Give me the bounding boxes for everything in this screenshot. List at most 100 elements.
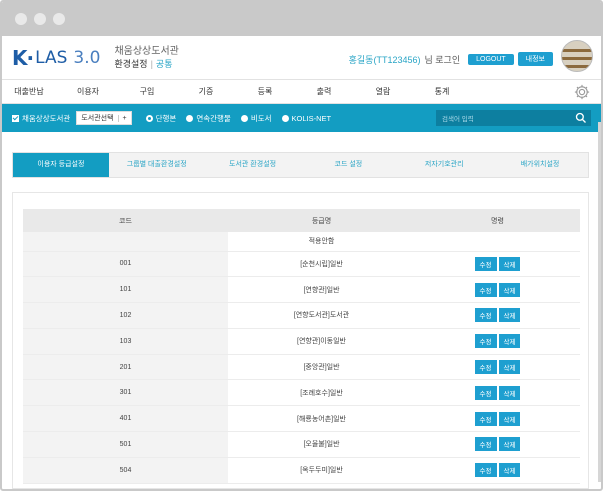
logo-k-mark: K· <box>12 45 34 70</box>
delete-button[interactable]: 삭제 <box>498 463 521 478</box>
table-row[interactable]: 501 [오율불]일반 수정 삭제 <box>23 431 580 458</box>
menu-item-reading[interactable]: 열람 <box>356 86 410 97</box>
row-code: 501 <box>23 431 228 458</box>
search-placeholder: 검색어 입력 <box>442 116 474 123</box>
row-actions: 수정 삭제 <box>415 354 580 381</box>
edit-button[interactable]: 수정 <box>474 437 497 452</box>
radio-label: KOLIS-NET <box>291 113 332 123</box>
edit-button[interactable]: 수정 <box>474 282 497 297</box>
menu-item-donation[interactable]: 기증 <box>179 86 233 97</box>
header-titles: 채움상상도서관 환경설정 | 공통 <box>114 46 178 70</box>
edit-button[interactable]: 수정 <box>474 334 497 349</box>
grade-table-panel: 코드 등급명 명령 적용안함 001 [순천시립]일반 수정 삭제 101 [연향관]일반… <box>12 192 589 489</box>
row-actions: 수정 삭제 <box>415 302 580 329</box>
row-actions: 수정 삭제 <box>415 405 580 433</box>
radio-dot-icon <box>240 114 248 122</box>
row-actions: 수정 삭제 <box>415 457 580 484</box>
delete-button[interactable]: 삭제 <box>498 360 521 375</box>
menu-item-print[interactable]: 출력 <box>297 86 351 97</box>
row-grade-name: [연향관]일반 <box>228 276 415 304</box>
delete-button[interactable]: 삭제 <box>498 334 521 349</box>
row-grade-name: [연향도서관]도서관 <box>228 302 415 329</box>
table-row[interactable]: 001 [순천시립]일반 수정 삭제 <box>23 251 580 278</box>
edit-button[interactable]: 수정 <box>474 308 497 323</box>
row-grade-name: [연향관]이동일반 <box>228 328 415 355</box>
section-title: 환경설정 <box>114 58 148 69</box>
radio-label: 비도서 <box>250 113 272 123</box>
table-row[interactable]: 504 [옥두두미]일반 수정 삭제 <box>23 457 580 484</box>
row-actions: 수정 삭제 <box>415 379 580 407</box>
app-header: K· LAS 3.0 채움상상도서관 환경설정 | 공통 홍길동(TT123456)… <box>2 36 601 80</box>
delete-button[interactable]: 삭제 <box>498 308 521 323</box>
radio-label: 단행본 <box>155 113 177 123</box>
grade-table: 코드 등급명 명령 적용안함 001 [순천시립]일반 수정 삭제 101 [연향관]일반… <box>23 209 580 484</box>
library-checkbox[interactable] <box>12 114 19 122</box>
edit-button[interactable]: 수정 <box>474 256 497 271</box>
table-row[interactable]: 301 [조례호수]일반 수정 삭제 <box>23 379 580 407</box>
menu-item-registration[interactable]: 등록 <box>238 86 292 97</box>
logout-button[interactable]: LOGOUT <box>468 53 514 65</box>
delete-button[interactable]: 삭제 <box>498 385 521 400</box>
row-grade-name: [옥두두미]일반 <box>228 457 415 484</box>
myinfo-button[interactable]: 내정보 <box>517 52 553 66</box>
table-row[interactable]: 102 [연향도서관]도서관 수정 삭제 <box>23 302 580 329</box>
user-name: 홍길동(TT123456) <box>348 54 421 65</box>
menu-item-purchase[interactable]: 구입 <box>120 86 174 97</box>
row-code: 102 <box>23 302 228 329</box>
menu-item-loan-return[interactable]: 대출반납 <box>2 86 56 97</box>
radio-label: 연속간행물 <box>196 113 231 123</box>
row-grade-name: [조례호수]일반 <box>228 379 415 407</box>
logo-las-text: LAS <box>35 47 68 68</box>
row-grade-name: [오율불]일반 <box>228 431 415 458</box>
gear-icon[interactable] <box>573 83 591 101</box>
delete-button[interactable]: 삭제 <box>498 437 521 452</box>
radio-monograph[interactable]: 단행본 <box>145 113 177 124</box>
las-logo[interactable]: K· LAS 3.0 <box>12 46 100 70</box>
header-grade-name: 등급명 <box>228 209 415 232</box>
window-minimize-dot[interactable] <box>34 13 46 25</box>
row-code: 001 <box>23 251 228 278</box>
row-actions: 수정 삭제 <box>415 276 580 304</box>
row-code: 101 <box>23 276 228 304</box>
table-row[interactable]: 401 [해룡농어촌]일반 수정 삭제 <box>23 405 580 433</box>
library-add-icon[interactable]: + <box>117 114 127 122</box>
main-menu: 대출반납 이용자 구입 기증 등록 출력 열람 통계 <box>2 80 601 104</box>
table-row[interactable]: 103 [연향관]이동일반 수정 삭제 <box>23 328 580 355</box>
tab-shelf-location[interactable]: 배가위치설정 <box>492 153 588 177</box>
radio-serial[interactable]: 연속간행물 <box>186 113 231 124</box>
row-code: 103 <box>23 328 228 355</box>
tab-library-env[interactable]: 도서관 환경설정 <box>205 153 301 177</box>
menu-item-statistics[interactable]: 통계 <box>415 86 469 97</box>
window-close-dot[interactable] <box>15 13 27 25</box>
tab-group-loan[interactable]: 그룹별 대출환경설정 <box>109 153 205 177</box>
search-input[interactable]: 검색어 입력 <box>436 110 591 126</box>
delete-button[interactable]: 삭제 <box>498 282 521 297</box>
scrollbar[interactable] <box>598 122 601 482</box>
window-maximize-dot[interactable] <box>53 13 65 25</box>
menu-item-user[interactable]: 이용자 <box>61 86 115 97</box>
edit-button[interactable]: 수정 <box>474 411 497 426</box>
delete-button[interactable]: 삭제 <box>498 256 521 271</box>
group-action-cell <box>415 232 580 252</box>
library-select-label: 도서관선택 <box>81 115 114 122</box>
delete-button[interactable]: 삭제 <box>498 411 521 426</box>
window-titlebar <box>2 2 601 36</box>
row-actions: 수정 삭제 <box>415 431 580 458</box>
library-name: 채움상상도서관 <box>114 45 179 57</box>
row-code: 504 <box>23 457 228 484</box>
radio-kolisnet[interactable]: KOLIS-NET <box>281 113 332 123</box>
row-grade-name: [중앙관]일반 <box>228 354 415 381</box>
tab-code-settings[interactable]: 코드 설정 <box>300 153 396 177</box>
edit-button[interactable]: 수정 <box>474 385 497 400</box>
edit-button[interactable]: 수정 <box>474 360 497 375</box>
search-icon[interactable] <box>575 112 587 124</box>
tab-user-grade[interactable]: 이용자 등급설정 <box>13 153 109 177</box>
avatar[interactable] <box>561 40 593 72</box>
tab-author-symbol[interactable]: 저자기호관리 <box>396 153 492 177</box>
radio-nonbook[interactable]: 비도서 <box>240 113 272 124</box>
library-select-button[interactable]: 도서관선택 + <box>76 111 132 125</box>
table-row[interactable]: 101 [연향관]일반 수정 삭제 <box>23 276 580 304</box>
table-row[interactable]: 201 [중앙관]일반 수정 삭제 <box>23 354 580 381</box>
row-grade-name: [순천시립]일반 <box>228 251 415 278</box>
edit-button[interactable]: 수정 <box>474 463 497 478</box>
